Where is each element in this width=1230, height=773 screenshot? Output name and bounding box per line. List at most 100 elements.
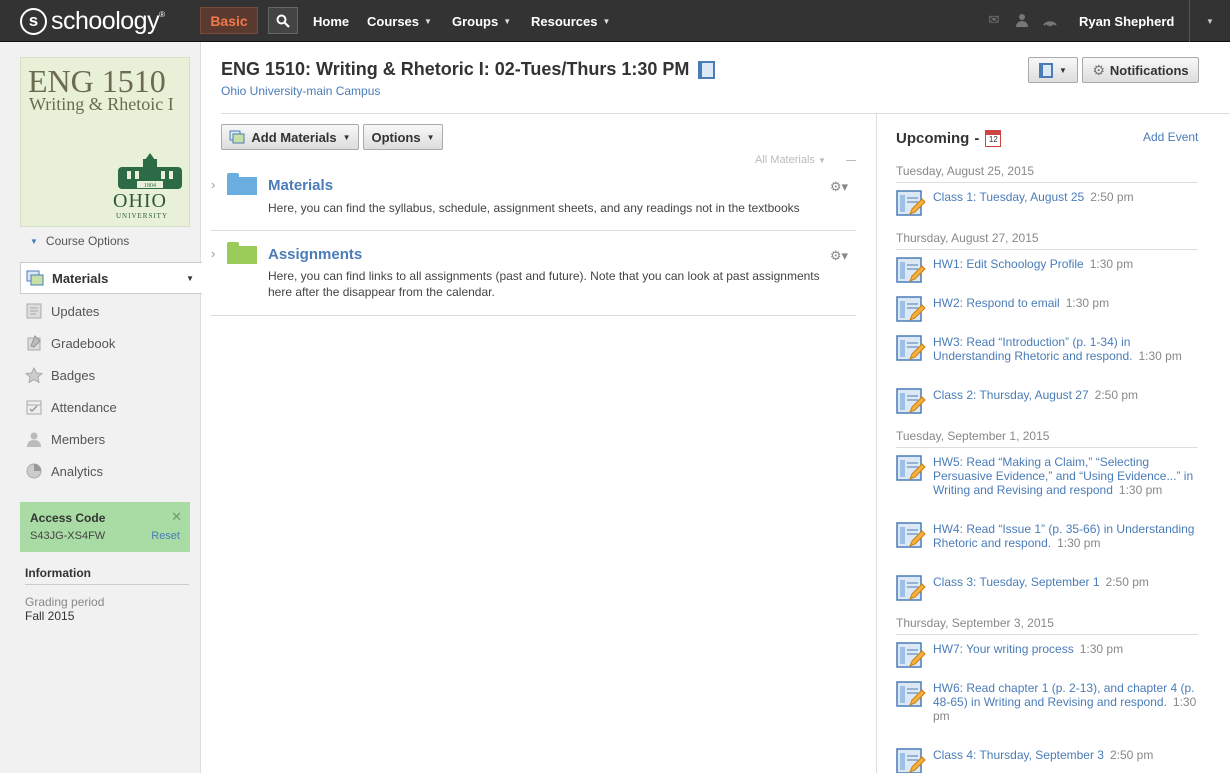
- assignment-icon: [896, 522, 926, 548]
- folder-row[interactable]: › Assignments Here, you can find links t…: [211, 231, 856, 316]
- add-materials-icon: [229, 130, 245, 144]
- sidebar-item-badges[interactable]: Badges: [20, 359, 201, 391]
- top-navigation-bar: s schoology ® Basic Home Courses ▼ Groups…: [0, 0, 1230, 42]
- grading-period-value: Fall 2015: [25, 609, 75, 623]
- mail-icon[interactable]: ✉: [986, 12, 1002, 28]
- assignment-icon: [896, 748, 926, 773]
- event-time: 2:50 pm: [1094, 388, 1139, 402]
- event-title[interactable]: Class 4: Thursday, September 3: [933, 748, 1104, 762]
- materials-icon: [25, 269, 45, 287]
- gear-icon[interactable]: ⚙▾: [830, 179, 848, 195]
- chevron-down-icon: ▼: [503, 16, 512, 26]
- sidebar-item-attendance[interactable]: Attendance: [20, 391, 201, 423]
- sidebar-item-label: Gradebook: [51, 335, 116, 351]
- chevron-down-icon: ▼: [602, 16, 611, 26]
- user-menu-dropdown[interactable]: ▼: [1189, 0, 1230, 42]
- people-icon[interactable]: [1014, 12, 1030, 28]
- sidebar-item-analytics[interactable]: Analytics: [20, 455, 201, 487]
- gear-icon[interactable]: ⚙▾: [830, 248, 848, 264]
- add-materials-button[interactable]: Add Materials ▼: [221, 124, 359, 150]
- gear-icon: ⚙: [1092, 61, 1105, 78]
- access-code-title: Access Code: [30, 511, 106, 525]
- badge-icon: [24, 366, 44, 384]
- ohio-university-seal-icon: 1804: [118, 153, 182, 189]
- schoology-logo[interactable]: s schoology ®: [20, 6, 165, 36]
- course-school-link[interactable]: Ohio University-main Campus: [221, 84, 380, 98]
- sidebar-item-gradebook[interactable]: Gradebook: [20, 327, 201, 359]
- notifications-signal-icon[interactable]: [1042, 12, 1058, 28]
- grading-period-label: Grading period: [25, 595, 105, 609]
- nav-courses[interactable]: Courses ▼: [367, 0, 432, 42]
- user-name[interactable]: Ryan Shepherd: [1079, 0, 1174, 42]
- folder-title[interactable]: Assignments: [268, 246, 362, 263]
- folder-row[interactable]: › Materials Here, you can find the sylla…: [211, 165, 856, 231]
- schoology-s-icon: s: [20, 7, 47, 35]
- access-code-value: S43JG-XS4FW: [30, 530, 106, 542]
- course-options-toggle[interactable]: ▼ Course Options: [30, 234, 129, 248]
- folder-icon: [227, 242, 257, 264]
- analytics-icon: [24, 462, 44, 480]
- chevron-down-icon: ▼: [186, 273, 194, 283]
- chevron-right-icon[interactable]: ›: [211, 177, 215, 192]
- event-title[interactable]: HW2: Respond to email: [933, 296, 1060, 310]
- view-options-button[interactable]: ▼: [1028, 57, 1078, 83]
- options-button[interactable]: Options ▼: [363, 124, 443, 150]
- gradebook-icon: [24, 334, 44, 352]
- event-title[interactable]: HW3: Read “Introduction” (p. 1-34) in Un…: [933, 335, 1132, 363]
- members-icon: [24, 430, 44, 448]
- university-sub: UNIVERSITY: [116, 212, 168, 220]
- assignment-icon: [896, 257, 926, 283]
- access-code-box: Access Code ✕ S43JG-XS4FW Reset: [20, 502, 190, 552]
- notebook-icon: [1039, 62, 1054, 78]
- reset-access-code-link[interactable]: Reset: [151, 530, 180, 542]
- notifications-button[interactable]: ⚙ Notifications: [1082, 57, 1199, 83]
- assignment-icon: [896, 335, 926, 361]
- close-icon[interactable]: ✕: [171, 509, 182, 525]
- event-title[interactable]: HW7: Your writing process: [933, 642, 1074, 656]
- calendar-icon[interactable]: 12: [985, 130, 1002, 147]
- basic-button[interactable]: Basic: [200, 7, 258, 34]
- event-title[interactable]: HW1: Edit Schoology Profile: [933, 257, 1084, 271]
- upcoming-date-header: Tuesday, August 25, 2015: [896, 164, 1198, 183]
- chevron-right-icon[interactable]: ›: [211, 246, 215, 261]
- nav-groups[interactable]: Groups ▼: [452, 0, 511, 42]
- event-time: 2:50 pm: [1109, 748, 1154, 762]
- event-time: 1:30 pm: [1079, 642, 1124, 656]
- attendance-icon: [24, 398, 44, 416]
- column-divider: [876, 113, 877, 773]
- nav-home[interactable]: Home: [313, 0, 349, 42]
- sidebar-item-label: Badges: [51, 367, 96, 383]
- event-time: 2:50 pm: [1090, 190, 1134, 204]
- assignment-icon: [896, 681, 926, 707]
- folder-title[interactable]: Materials: [268, 177, 333, 194]
- event-title[interactable]: Class 1: Tuesday, August 25: [933, 190, 1084, 204]
- search-button[interactable]: [268, 7, 298, 34]
- upcoming-heading: Upcoming - 12: [896, 130, 1002, 147]
- search-icon: [276, 14, 290, 28]
- event-title[interactable]: Class 3: Tuesday, September 1: [933, 575, 1100, 589]
- page-title: ENG 1510: Writing & Rhetoric I: 02-Tues/…: [221, 59, 716, 80]
- add-event-link[interactable]: Add Event: [1143, 130, 1198, 144]
- assignment-icon: [896, 575, 926, 601]
- sidebar-item-materials[interactable]: Materials ▼: [20, 262, 202, 294]
- sidebar-item-members[interactable]: Members: [20, 423, 201, 455]
- sidebar-item-label: Analytics: [51, 463, 104, 479]
- event-title[interactable]: HW6: Read chapter 1 (p. 2-13), and chapt…: [933, 681, 1194, 709]
- sidebar-item-label: Members: [51, 431, 106, 447]
- assignment-icon: [896, 455, 926, 481]
- event-time: 1:30 pm: [1057, 536, 1101, 550]
- nav-resources[interactable]: Resources ▼: [531, 0, 610, 42]
- chevron-down-icon: ▼: [424, 16, 432, 26]
- chevron-down-icon: ▼: [817, 156, 826, 165]
- notebook-icon[interactable]: [698, 60, 716, 79]
- assignment-icon: [896, 642, 926, 668]
- assignment-icon: [896, 190, 926, 216]
- chevron-down-icon: ▼: [1059, 65, 1067, 75]
- header-divider: [221, 113, 1230, 114]
- event-title[interactable]: Class 2: Thursday, August 27: [933, 388, 1089, 402]
- sidebar-item-label: Updates: [51, 303, 100, 319]
- sidebar-item-updates[interactable]: Updates: [20, 295, 201, 327]
- university-name: OHIO: [113, 190, 167, 212]
- event-time: 1:30 pm: [1138, 349, 1182, 363]
- chevron-down-icon: ▼: [426, 132, 435, 142]
